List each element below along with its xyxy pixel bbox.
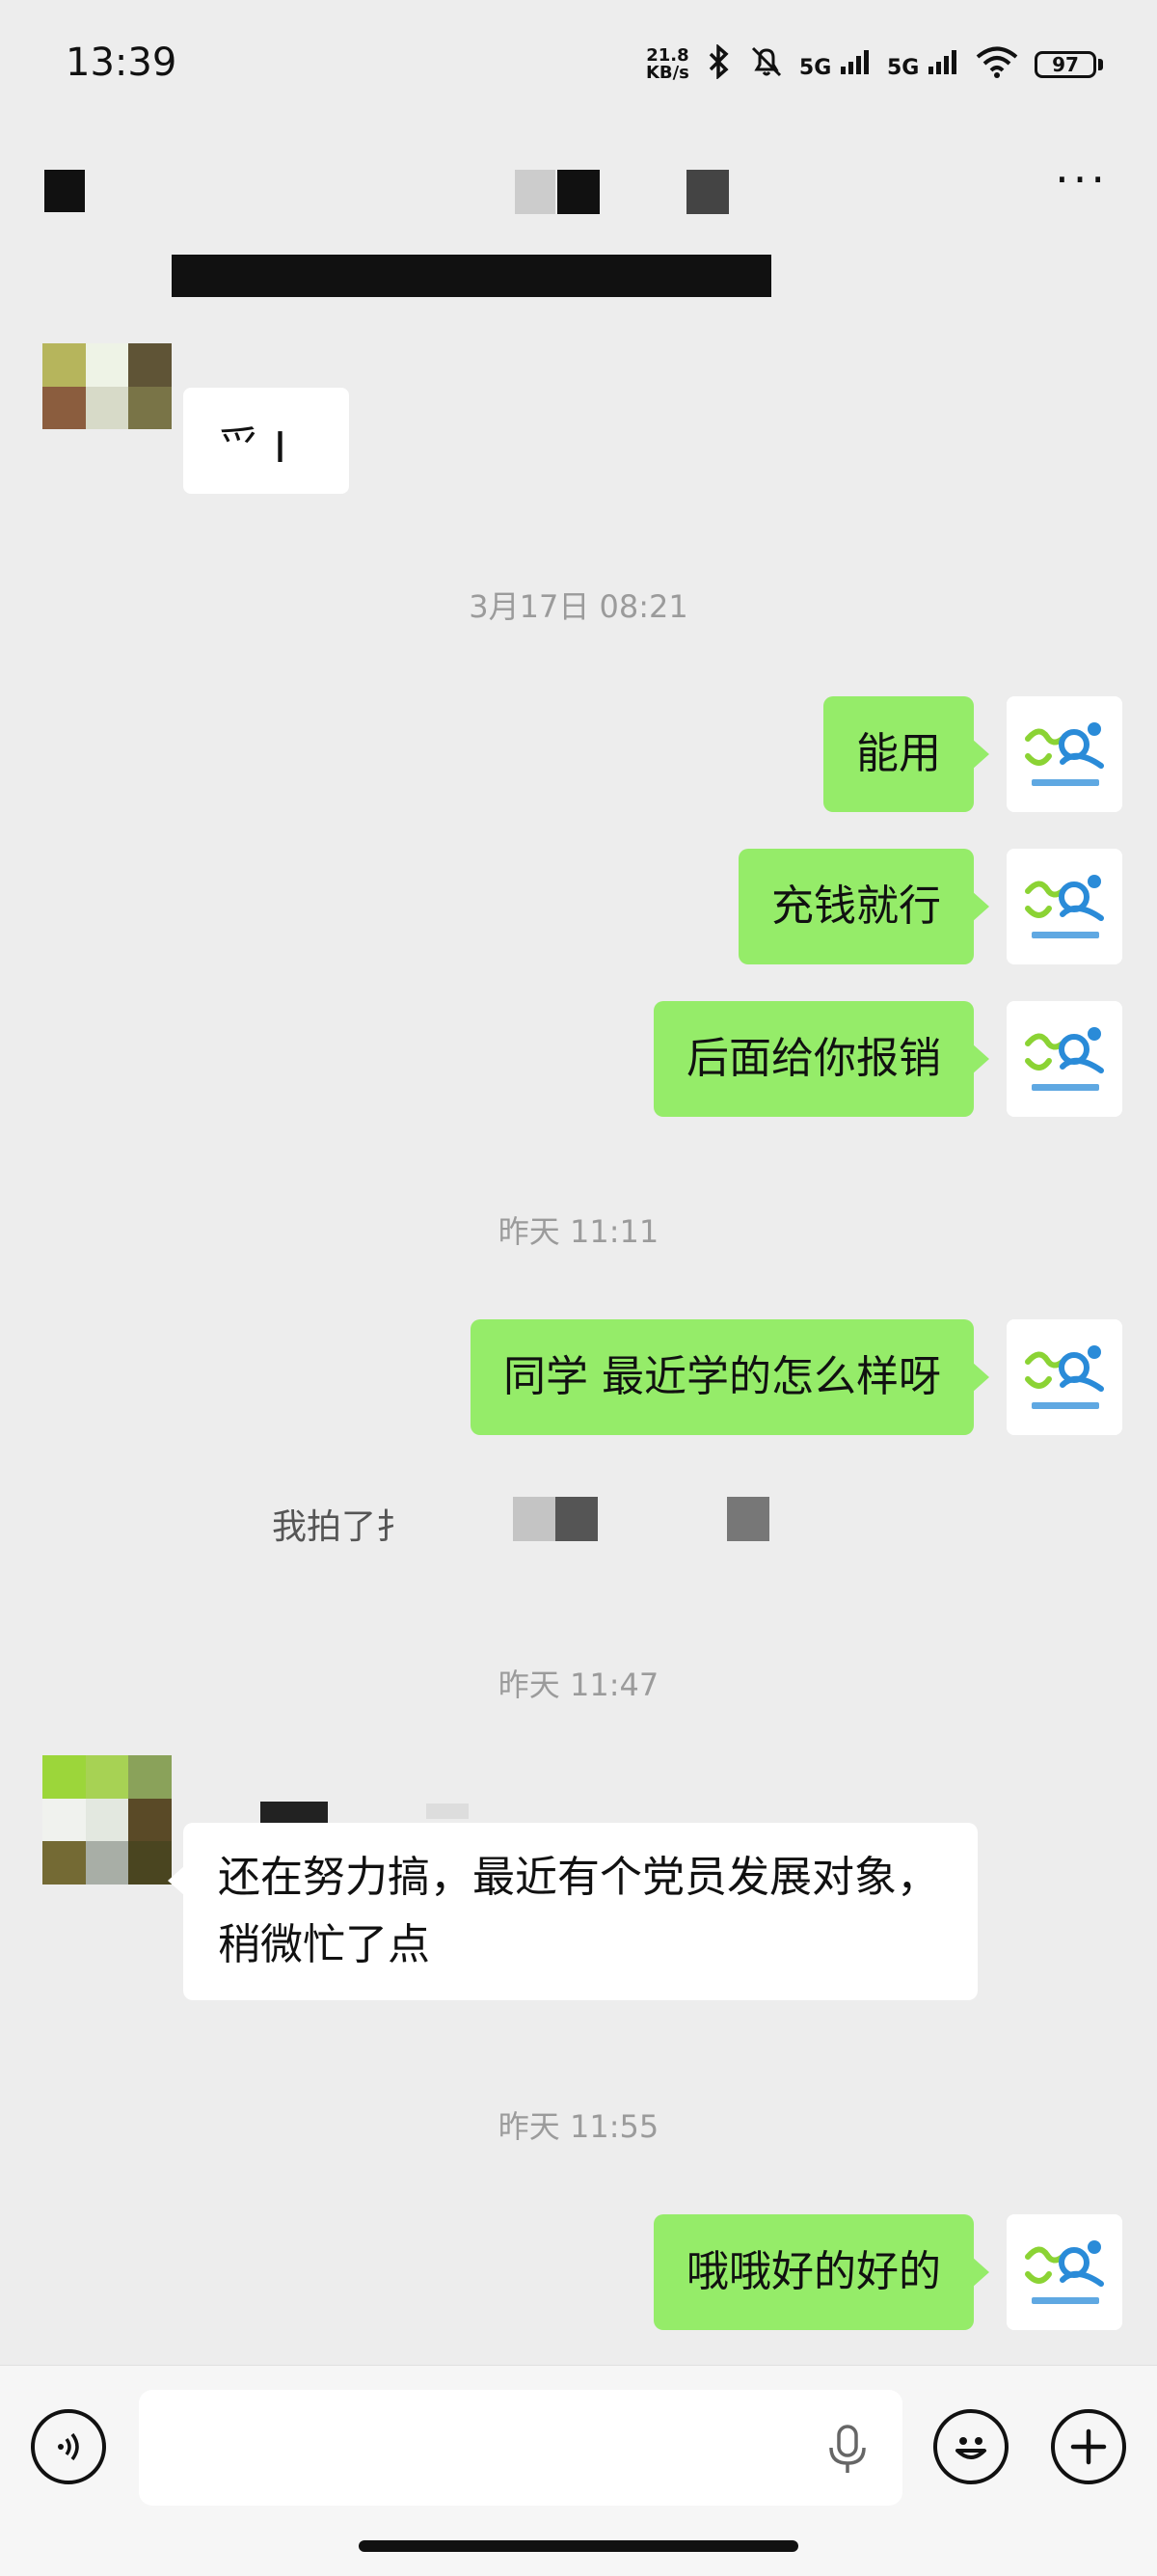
bluetooth-icon: [705, 43, 734, 85]
signal-2: 5G: [887, 49, 959, 80]
back-button-redacted[interactable]: [44, 170, 85, 212]
chat-title-redacted: [515, 170, 731, 214]
voice-icon[interactable]: [31, 2409, 106, 2484]
message-sent[interactable]: 能用: [823, 696, 989, 812]
timestamp: 3月17日 08:21: [469, 588, 688, 625]
pat-redacted: [513, 1497, 773, 1541]
my-avatar[interactable]: [1007, 1001, 1122, 1117]
my-avatar[interactable]: [1007, 2214, 1122, 2330]
status-icons: 21.8 KB/s 5G 5G 97: [645, 43, 1103, 85]
timestamp: 昨天 11:47: [498, 1667, 659, 1703]
battery-indicator: 97: [1035, 51, 1103, 78]
redacted-banner: [172, 255, 771, 297]
mic-icon[interactable]: [825, 2423, 870, 2481]
message-input[interactable]: [139, 2390, 902, 2506]
message-received[interactable]: 还在努力搞，最近有个党员发展对象，稍微忙了点: [168, 1823, 978, 2000]
my-avatar[interactable]: [1007, 1319, 1122, 1435]
wifi-icon: [975, 44, 1019, 85]
message-sent[interactable]: 后面给你报销: [654, 1001, 989, 1117]
my-avatar[interactable]: [1007, 696, 1122, 812]
my-avatar[interactable]: [1007, 849, 1122, 964]
signal-1: 5G: [799, 49, 872, 80]
home-indicator[interactable]: [359, 2540, 798, 2552]
contact-avatar[interactable]: [42, 343, 172, 473]
more-icon[interactable]: ···: [1055, 157, 1109, 202]
emoji-icon[interactable]: [933, 2409, 1009, 2484]
contact-avatar[interactable]: [42, 1755, 172, 1885]
mute-icon: [749, 44, 784, 85]
timestamp: 昨天 11:55: [498, 2108, 659, 2145]
timestamp: 昨天 11:11: [498, 1213, 659, 1250]
message-sent[interactable]: 哦哦好的好的: [654, 2214, 989, 2330]
plus-icon[interactable]: [1051, 2409, 1126, 2484]
message-sent[interactable]: 充钱就行: [739, 849, 989, 964]
message-received-partial[interactable]: 爫 I: [183, 388, 349, 494]
message-sent[interactable]: 同学 最近学的怎么样呀: [471, 1319, 989, 1435]
status-time: 13:39: [66, 41, 177, 85]
pat-notification: 我拍了扌: [272, 1507, 412, 1547]
net-speed: 21.8 KB/s: [645, 45, 689, 83]
